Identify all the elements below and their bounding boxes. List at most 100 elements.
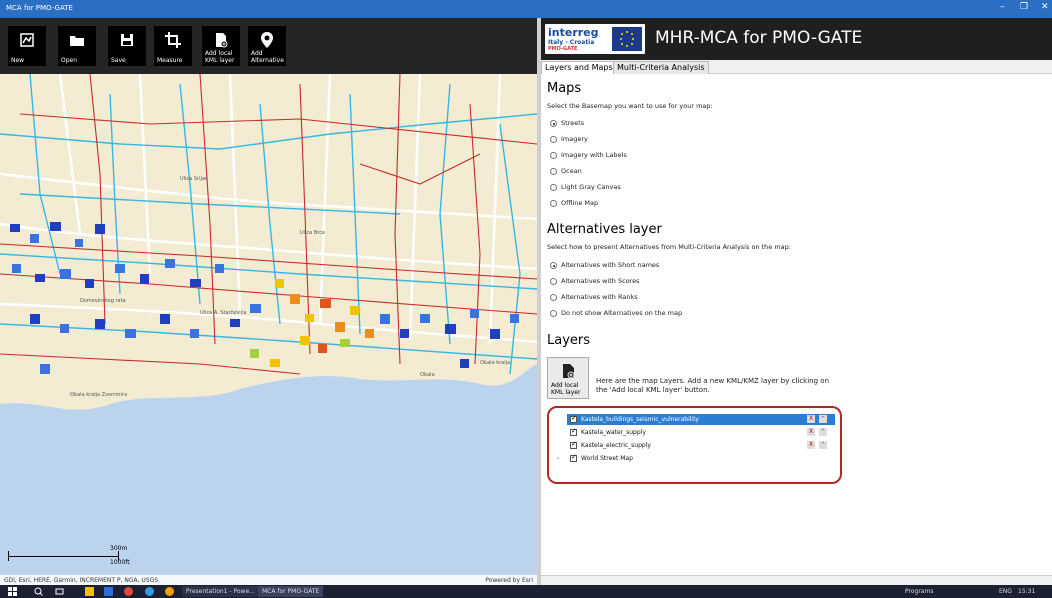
logo-line1: interreg [548, 26, 599, 39]
measure-label: Measure [157, 57, 183, 64]
scale-bar: 300m 1000ft [8, 545, 148, 569]
radio-button[interactable] [550, 200, 557, 207]
map-canvas[interactable]: Ulica Srijan Obala kralja Zvonimira Ulic… [0, 74, 537, 585]
radio-button[interactable] [550, 310, 557, 317]
close-button[interactable]: ✕ [1041, 2, 1049, 12]
new-label: New [11, 57, 25, 64]
settings-pane: interreg Italy - Croatia PMO-GATE MHR-MC… [541, 18, 1052, 585]
layer-name: Kastela_electric_supply [581, 442, 651, 449]
powered-by-esri[interactable]: Powered by Esri [485, 577, 533, 584]
windows-start-icon[interactable] [8, 587, 17, 596]
alternatives-heading: Alternatives layer [547, 222, 662, 237]
radio-button[interactable] [550, 184, 557, 191]
layer-visibility-checkbox[interactable] [570, 427, 577, 436]
street-label: Ulica Brce [300, 230, 325, 236]
remove-layer-button[interactable]: X [807, 415, 815, 423]
new-button[interactable]: New [8, 26, 46, 66]
street-label: Obala kralja Zvonimira [70, 392, 127, 398]
new-map-icon [20, 33, 34, 47]
maps-description: Select the Basemap you want to use for y… [547, 102, 713, 110]
street-label: Obala [420, 372, 435, 378]
remove-layer-button[interactable]: X [807, 441, 815, 449]
radio-button[interactable] [550, 120, 557, 127]
open-button[interactable]: Open [58, 26, 96, 66]
radio-button[interactable] [550, 136, 557, 143]
layer-visibility-checkbox[interactable] [570, 440, 577, 449]
app-icon[interactable] [104, 587, 113, 596]
language-indicator[interactable]: ENG [999, 586, 1012, 597]
radio-button[interactable] [550, 262, 557, 269]
layer-name: Kastela_buildings_seismic_vulnerability [581, 416, 699, 423]
app-title: MHR-MCA for PMO-GATE [655, 28, 863, 48]
radio-button[interactable] [550, 168, 557, 175]
add-alternative-button[interactable]: Add Alternative [248, 26, 286, 66]
main-toolbar: New Open Save Measure Add local KML laye… [0, 18, 537, 74]
add-local-kml-label: Add local KML layer [551, 382, 581, 396]
tab-multi-criteria-analysis[interactable]: Multi-Criteria Analysis [613, 61, 709, 74]
search-icon[interactable] [34, 587, 43, 596]
task-view-icon[interactable] [55, 587, 64, 596]
radio-button[interactable] [550, 278, 557, 285]
layers-note: Here are the map Layers. Add a new KML/K… [596, 377, 830, 394]
layer-row[interactable]: › World Street Map [557, 453, 835, 464]
eu-flag-icon [612, 27, 642, 51]
taskbar-item-mca[interactable]: MCA for PMO-GATE [258, 586, 324, 597]
chrome-icon[interactable] [165, 587, 174, 596]
measure-button[interactable]: Measure [154, 26, 192, 66]
layers-and-maps-panel: Maps Select the Basemap you want to use … [541, 75, 1052, 575]
windows-taskbar: Presentation1 - Powe... MCA for PMO-GATE… [0, 585, 1052, 598]
edge-icon[interactable] [145, 587, 154, 596]
move-layer-up-button[interactable]: ^ [819, 441, 827, 449]
taskbar-item-powerpoint[interactable]: Presentation1 - Powe... [182, 586, 259, 597]
interreg-logo: interreg Italy - Croatia PMO-GATE [545, 24, 645, 54]
add-alternative-label: Add Alternative [251, 50, 284, 64]
logo-line2: Italy - Croatia [548, 39, 595, 46]
street-label: Obala kralja [480, 360, 510, 366]
street-label: Domovinskog rata [80, 298, 126, 304]
expand-layer-button[interactable]: › [557, 455, 559, 462]
layer-name: Kastela_water_supply [581, 429, 646, 436]
add-kml-layer-button[interactable]: Add local KML layer [202, 26, 240, 66]
add-kml-label: Add local KML layer [205, 50, 235, 64]
scale-feet: 1000ft [110, 559, 130, 566]
logo-line3: PMO-GATE [548, 46, 578, 52]
app-icon[interactable] [124, 587, 133, 596]
tab-strip: Layers and Maps Multi-Criteria Analysis [541, 60, 1052, 74]
save-label: Save [111, 57, 126, 64]
map-pane: New Open Save Measure Add local KML laye… [0, 18, 537, 585]
map-attribution: GDi, Esri, HERE, Garmin, INCREMENT P, NG… [0, 575, 537, 585]
app-window: MCA for PMO-GATE – ❐ ✕ New Open Save Mea… [0, 0, 1052, 598]
file-explorer-icon[interactable] [85, 587, 94, 596]
move-layer-up-button[interactable]: ^ [819, 428, 827, 436]
crop-icon [165, 32, 181, 48]
add-local-kml-layer-button[interactable]: Add local KML layer [547, 357, 589, 399]
move-layer-up-button[interactable]: ^ [819, 415, 827, 423]
scale-meters: 300m [110, 545, 128, 552]
layer-visibility-checkbox[interactable] [570, 414, 577, 423]
map-view[interactable]: Ulica Srijan Obala kralja Zvonimira Ulic… [0, 74, 537, 585]
layers-heading: Layers [547, 333, 591, 348]
save-button[interactable]: Save [108, 26, 146, 66]
open-label: Open [61, 57, 78, 64]
add-file-icon [563, 364, 575, 379]
alternatives-description: Select how to present Alternatives from … [547, 243, 791, 251]
programs-toolbar[interactable]: Programs [905, 586, 933, 597]
attribution-text: GDi, Esri, HERE, Garmin, INCREMENT P, NG… [4, 577, 159, 584]
minimize-button[interactable]: – [1000, 2, 1005, 12]
brand-header: interreg Italy - Croatia PMO-GATE MHR-MC… [541, 18, 1052, 60]
layer-row[interactable]: Kastela_buildings_seismic_vulnerability … [567, 414, 835, 425]
layer-row[interactable]: Kastela_water_supply X ^ [567, 427, 835, 438]
layer-row[interactable]: Kastela_electric_supply X ^ [567, 440, 835, 451]
horizontal-scrollbar[interactable] [541, 575, 1052, 585]
radio-button[interactable] [550, 152, 557, 159]
map-pin-icon [261, 32, 273, 48]
maximize-button[interactable]: ❐ [1020, 2, 1028, 12]
remove-layer-button[interactable]: X [807, 428, 815, 436]
clock[interactable]: 15:31 [1018, 586, 1035, 597]
title-bar: MCA for PMO-GATE – ❐ ✕ [0, 0, 1052, 18]
tab-layers-and-maps[interactable]: Layers and Maps [541, 61, 617, 74]
window-title: MCA for PMO-GATE [6, 4, 73, 12]
save-icon [121, 34, 133, 46]
layer-visibility-checkbox[interactable] [570, 453, 577, 462]
radio-button[interactable] [550, 294, 557, 301]
